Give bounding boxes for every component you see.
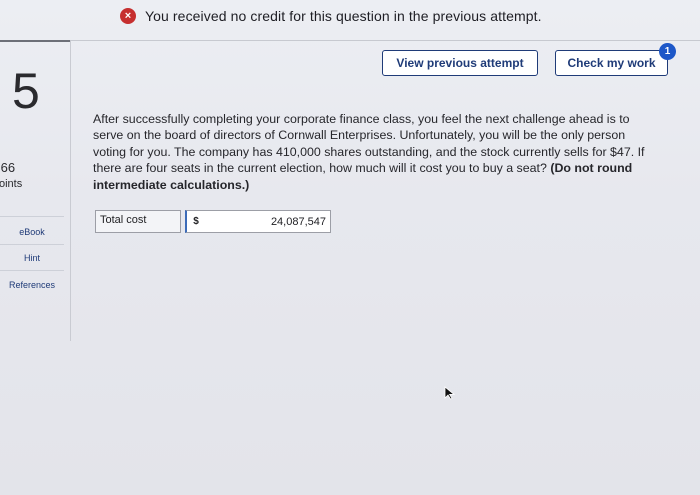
total-cost-input[interactable]	[205, 210, 331, 233]
sidebar-ebook-link[interactable]: eBook	[0, 227, 64, 237]
top-divider	[0, 40, 700, 41]
points-label: oints	[0, 178, 23, 190]
screen: × You received no credit for this questi…	[0, 0, 700, 495]
question-number: 5	[12, 63, 40, 119]
sidebar-divider	[0, 244, 64, 245]
credit-notice: × You received no credit for this questi…	[120, 8, 542, 24]
points-value: .66	[0, 160, 16, 175]
answer-row: Total cost $	[95, 210, 331, 233]
notice-text: You received no credit for this question…	[145, 8, 542, 24]
sidebar-divider	[0, 270, 64, 271]
total-cost-label: Total cost	[95, 210, 181, 233]
sidebar-hint-link[interactable]: Hint	[0, 253, 64, 263]
question-text: After successfully completing your corpo…	[93, 111, 655, 193]
check-my-work-button[interactable]: Check my work	[555, 50, 668, 76]
error-close-icon: ×	[120, 8, 136, 24]
view-previous-attempt-button[interactable]: View previous attempt	[382, 50, 538, 76]
sidebar-divider	[0, 216, 64, 217]
sidebar-references-link[interactable]: References	[0, 280, 64, 290]
currency-symbol: $	[185, 210, 205, 233]
check-work-count-badge: 1	[659, 43, 676, 60]
mouse-pointer-icon	[444, 386, 456, 400]
